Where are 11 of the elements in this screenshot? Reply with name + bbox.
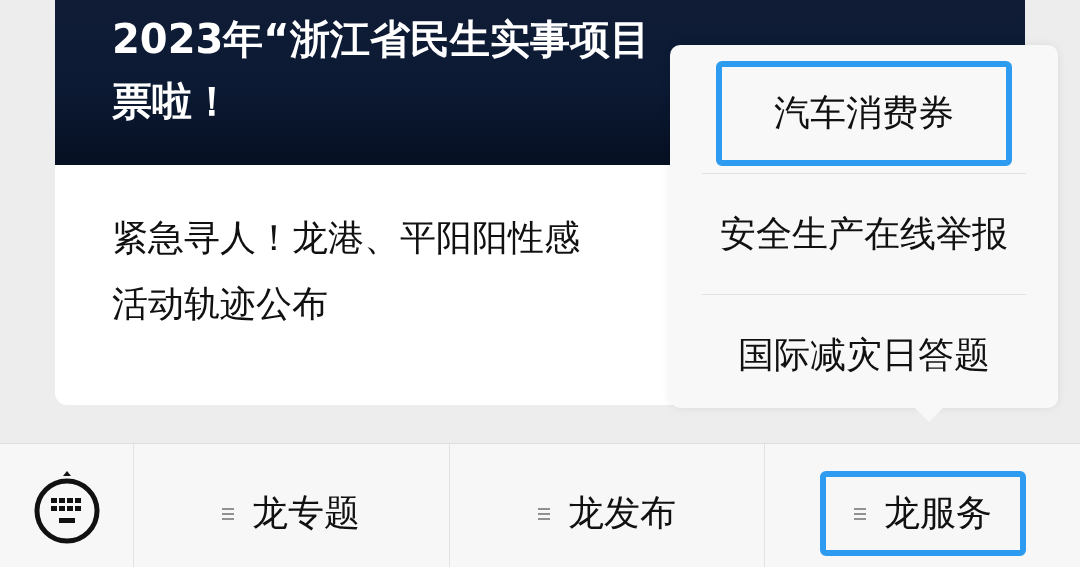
menu-icon bbox=[222, 506, 235, 521]
menu-icon bbox=[853, 506, 866, 521]
menu-tab[interactable]: 龙专题 bbox=[188, 471, 395, 556]
summary-line: 紧急寻人！龙港、平阳阳性感 bbox=[112, 216, 580, 260]
menu-item[interactable]: 汽车消费券 bbox=[716, 60, 1012, 166]
menu-icon bbox=[538, 506, 550, 521]
summary-line: 活动轨迹公布 bbox=[112, 282, 328, 326]
menu-tab[interactable]: 龙发布 bbox=[504, 471, 710, 556]
menu-tab[interactable]: 龙服务 bbox=[819, 471, 1026, 556]
headline-line: 2023年“浙江省民生实事项目 bbox=[112, 15, 650, 64]
headline-line: 票啦！ bbox=[112, 77, 232, 126]
